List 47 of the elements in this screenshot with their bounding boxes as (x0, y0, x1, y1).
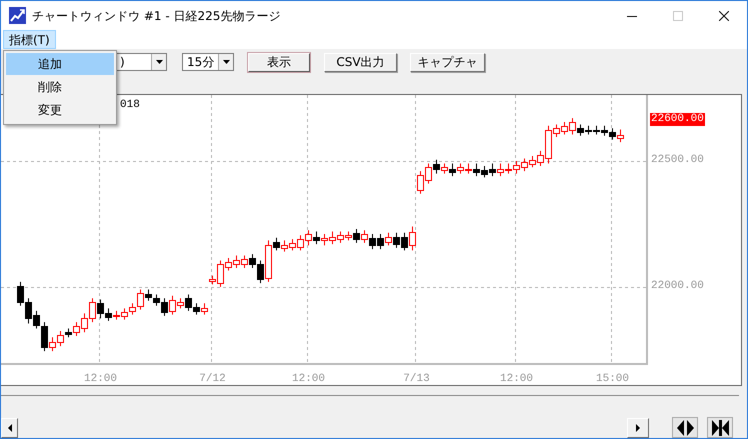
window-title: チャートウィンドウ #1 - 日経225先物ラージ (32, 8, 280, 24)
expand-button[interactable] (672, 417, 698, 438)
current-price-label: 22600.00 (650, 112, 705, 126)
time-label: 7/12 (199, 372, 226, 387)
menu-item[interactable]: 追加 (6, 53, 114, 75)
time-label: 7/13 (403, 372, 430, 387)
dropdown-arrow-icon[interactable] (222, 60, 230, 64)
menu-item[interactable]: 削除 (6, 76, 114, 98)
candlestick (41, 322, 48, 352)
time-label: 15:00 (596, 372, 629, 387)
interval-dropdown[interactable]: 15分 (182, 53, 234, 71)
app-icon (9, 7, 26, 24)
outward-arrows-icon (676, 420, 694, 436)
shrink-button[interactable] (707, 417, 733, 438)
candlestick (137, 288, 144, 310)
toolbar-button[interactable]: 表示 (248, 53, 310, 72)
candlestick (433, 159, 440, 174)
candlestick (313, 231, 320, 245)
price-label: 22000.00 (650, 280, 705, 293)
candlestick (449, 163, 456, 177)
maximize-icon (673, 10, 683, 20)
menu-item[interactable]: 指標(T) (3, 30, 56, 49)
scroll-right-button[interactable] (627, 418, 649, 438)
candlestick (201, 302, 208, 316)
dropdown-arrow-icon[interactable] (156, 60, 162, 64)
candlestick (361, 230, 368, 244)
time-label: 12:00 (500, 372, 533, 387)
candlestick (273, 237, 280, 251)
candlestick (617, 129, 624, 143)
candlestick (129, 302, 136, 316)
candlestick (145, 288, 152, 302)
candlestick (353, 228, 360, 244)
price-label: 22500.00 (650, 154, 705, 167)
inward-arrows-icon (712, 420, 728, 436)
chart-header: 018 (120, 98, 140, 113)
candlestick (409, 226, 416, 251)
right-arrow-icon (636, 424, 640, 432)
close-icon (719, 10, 729, 20)
scroll-left-button[interactable] (1, 418, 18, 438)
toolbar-button[interactable]: CSV出力 (324, 53, 397, 72)
time-label: 12:00 (84, 372, 117, 387)
left-arrow-icon (8, 424, 12, 432)
candlestick (441, 163, 448, 174)
menu-item[interactable]: 変更 (6, 99, 114, 121)
toolbar-button[interactable]: キャプチャ (410, 53, 485, 72)
time-label: 12:00 (292, 372, 325, 387)
candlestick (385, 232, 392, 246)
